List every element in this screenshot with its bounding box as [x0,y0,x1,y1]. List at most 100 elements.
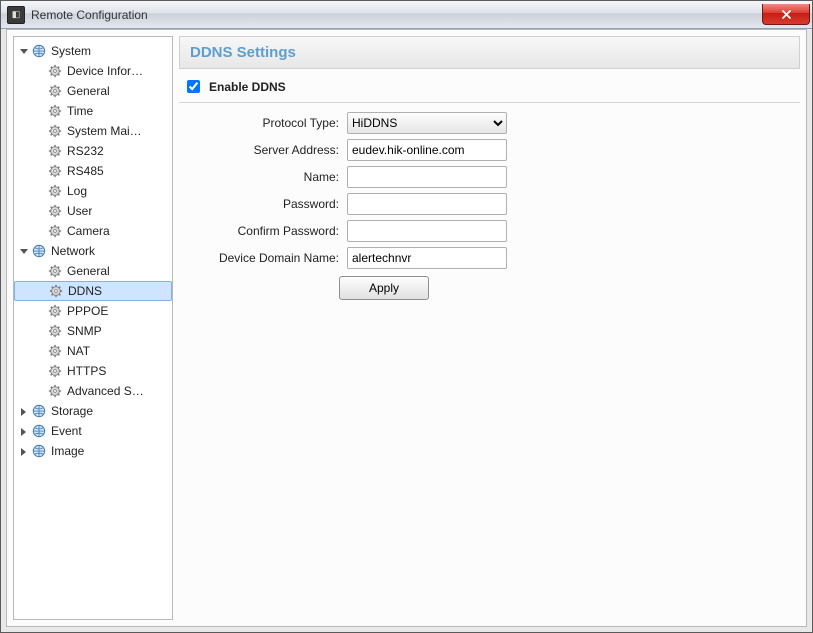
row-domain: Device Domain Name: [179,244,800,271]
close-button[interactable] [762,4,810,25]
tree-label: Device Infor… [67,64,143,78]
gear-icon [47,263,63,279]
page-title: DDNS Settings [179,36,800,69]
server-address-input[interactable] [347,139,507,161]
globe-icon [31,243,47,259]
titlebar-left: ◧ Remote Configuration [7,6,148,24]
tree-label: Network [51,244,95,258]
tree-item-time[interactable]: Time [14,101,172,121]
tree-item-camera[interactable]: Camera [14,221,172,241]
tree-node-image[interactable]: Image [14,441,172,461]
expand-toggle[interactable] [18,46,29,57]
titlebar: ◧ Remote Configuration [1,1,812,29]
tree-label: System [51,44,91,58]
tree-label: General [67,84,110,98]
gear-icon [47,303,63,319]
gear-icon [47,163,63,179]
globe-icon [31,43,47,59]
row-protocol: Protocol Type: HiDDNS [179,109,800,136]
tree-item-snmp[interactable]: SNMP [14,321,172,341]
apply-button[interactable]: Apply [339,276,429,300]
tree-label: Time [67,104,93,118]
tree: System Device Infor… General Time System… [14,37,172,465]
gear-icon [47,203,63,219]
gear-icon [47,383,63,399]
name-label: Name: [179,170,347,184]
tree-item-net-general[interactable]: General [14,261,172,281]
row-confirm: Confirm Password: [179,217,800,244]
enable-ddns-checkbox[interactable] [187,80,200,93]
gear-icon [47,63,63,79]
tree-label: Log [67,184,87,198]
ddns-form: Protocol Type: HiDDNS Server Address: Na… [179,103,800,305]
tree-label: User [67,204,92,218]
tree-node-event[interactable]: Event [14,421,172,441]
gear-icon [48,283,64,299]
enable-ddns-label: Enable DDNS [209,80,286,94]
tree-label: DDNS [68,284,102,298]
globe-icon [31,443,47,459]
close-icon [781,9,792,20]
password-label: Password: [179,197,347,211]
gear-icon [47,363,63,379]
tree-node-storage[interactable]: Storage [14,401,172,421]
gear-icon [47,323,63,339]
tree-item-ddns[interactable]: DDNS [14,281,172,301]
row-name: Name: [179,163,800,190]
tree-label: General [67,264,110,278]
tree-item-user[interactable]: User [14,201,172,221]
expand-toggle[interactable] [18,446,29,457]
tree-label: NAT [67,344,90,358]
domain-label: Device Domain Name: [179,251,347,265]
gear-icon [47,103,63,119]
tree-item-pppoe[interactable]: PPPOE [14,301,172,321]
tree-label: Storage [51,404,93,418]
tree-label: System Mai… [67,124,142,138]
row-apply: Apply [179,271,800,305]
protocol-select[interactable]: HiDDNS [347,112,507,134]
expand-toggle[interactable] [18,426,29,437]
server-label: Server Address: [179,143,347,157]
enable-row: Enable DDNS [179,69,800,103]
gear-icon [47,143,63,159]
expand-toggle[interactable] [18,406,29,417]
tree-label: SNMP [67,324,102,338]
tree-label: RS232 [67,144,104,158]
gear-icon [47,223,63,239]
row-password: Password: [179,190,800,217]
tree-item-general[interactable]: General [14,81,172,101]
tree-node-system[interactable]: System [14,41,172,61]
tree-item-rs485[interactable]: RS485 [14,161,172,181]
app-icon: ◧ [7,6,25,24]
password-input[interactable] [347,193,507,215]
main-panel: DDNS Settings Enable DDNS Protocol Type:… [179,36,800,620]
globe-icon [31,423,47,439]
tree-node-network[interactable]: Network [14,241,172,261]
globe-icon [31,403,47,419]
sidebar: System Device Infor… General Time System… [13,36,173,620]
window-title: Remote Configuration [31,8,148,22]
tree-label: PPPOE [67,304,108,318]
tree-item-advanced-settings[interactable]: Advanced S… [14,381,172,401]
device-domain-input[interactable] [347,247,507,269]
gear-icon [47,123,63,139]
confirm-password-input[interactable] [347,220,507,242]
protocol-label: Protocol Type: [179,116,347,130]
gear-icon [47,183,63,199]
gear-icon [47,83,63,99]
confirm-password-label: Confirm Password: [179,224,347,238]
row-server: Server Address: [179,136,800,163]
tree-item-nat[interactable]: NAT [14,341,172,361]
tree-label: Event [51,424,82,438]
tree-item-device-info[interactable]: Device Infor… [14,61,172,81]
tree-item-system-maintenance[interactable]: System Mai… [14,121,172,141]
expand-toggle[interactable] [18,246,29,257]
client-area: System Device Infor… General Time System… [6,29,807,627]
tree-item-rs232[interactable]: RS232 [14,141,172,161]
name-input[interactable] [347,166,507,188]
tree-label: HTTPS [67,364,106,378]
tree-item-https[interactable]: HTTPS [14,361,172,381]
window: ◧ Remote Configuration System Device Inf… [0,0,813,633]
tree-item-log[interactable]: Log [14,181,172,201]
tree-label: RS485 [67,164,104,178]
